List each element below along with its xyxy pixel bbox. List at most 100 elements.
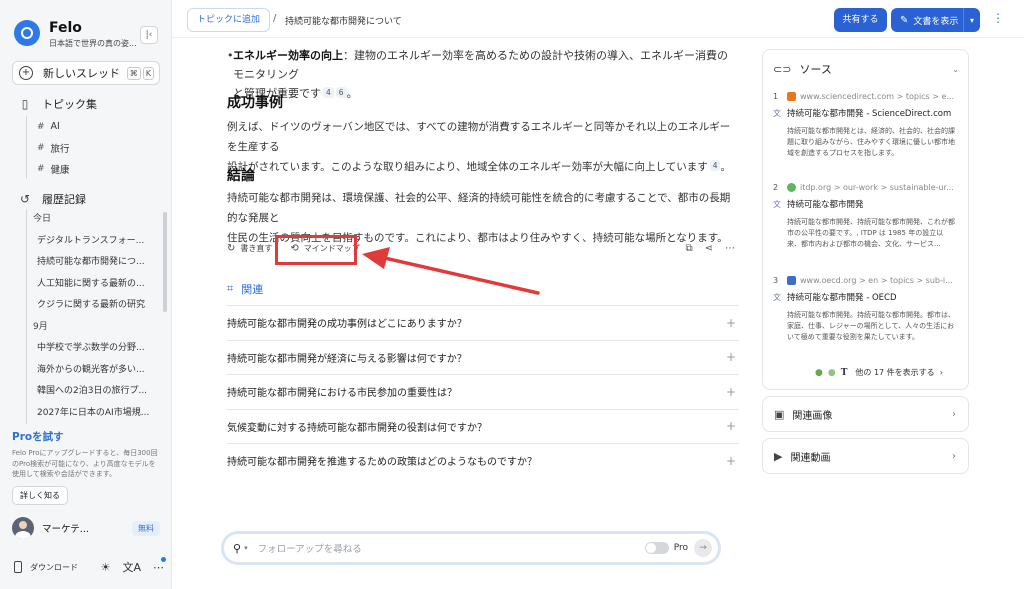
related-videos-label: 関連動画 <box>790 452 831 464</box>
related-header: ⌗ 関連 <box>227 281 263 297</box>
related-question[interactable]: 持続可能な都市開発を推進するための政策はどのようなものですか？ + <box>227 443 739 478</box>
source-title: 持続可能な都市開発 - OECD <box>787 293 897 303</box>
topics-label: トピック集 <box>42 98 97 111</box>
learn-more-button[interactable]: 詳しく知る <box>12 485 68 505</box>
related-question[interactable]: 持続可能な都市開発の成功事例はどこにありますか？ + <box>227 305 739 340</box>
plus-icon[interactable]: + <box>726 316 736 330</box>
refresh-icon: ↻ <box>227 243 236 254</box>
success-paragraph: 例えば、ドイツのヴォーバン地区では、すべての建物が消費するエネルギーと同等かそれ… <box>227 117 739 177</box>
related-question[interactable]: 持続可能な都市開発における市民参加の重要性は？ + <box>227 374 739 409</box>
source-item[interactable]: 1 www.sciencedirect.com > topics > e... … <box>773 92 963 159</box>
plus-icon[interactable]: + <box>726 385 736 399</box>
plan-badge: 無料 <box>132 520 160 536</box>
more-vertical-icon[interactable]: ⋮ <box>992 11 1004 25</box>
topics-section-header[interactable]: ▯ トピック集 <box>18 96 97 112</box>
related-videos-card[interactable]: ▶ 関連動画 › <box>762 438 969 474</box>
chevron-right-icon: › <box>939 368 943 377</box>
share-button[interactable]: 共有する <box>834 8 887 32</box>
translate-icon[interactable]: 文A <box>122 559 141 575</box>
history-item[interactable]: 人工知能に関する最新の... <box>27 274 153 296</box>
magic-wand-icon: ✎ <box>900 14 909 26</box>
rewrite-label: 書き直す <box>240 244 273 253</box>
history-item[interactable]: クジラに関する最新の研究 <box>27 295 153 317</box>
new-thread-label: 新しいスレッド <box>43 67 120 80</box>
more-icon[interactable]: ⋯ <box>153 556 166 574</box>
cmd-key: ⌘ <box>126 66 141 80</box>
source-domain: www.sciencedirect.com > topics > e... <box>800 92 955 101</box>
phone-icon <box>14 561 22 573</box>
citation-badge[interactable]: 4 <box>709 160 721 171</box>
source-item[interactable]: 3 www.oecd.org > en > topics > sub-i... … <box>773 276 963 343</box>
brand[interactable]: Felo 日本語で世界の真の姿... <box>14 20 137 49</box>
more-source-favicons: ● ● T <box>815 368 847 378</box>
more-icon[interactable]: ⋯ <box>725 243 735 254</box>
sources-panel: ⊂⊃ ソース ⌄ 1 www.sciencedirect.com > topic… <box>762 49 969 390</box>
add-to-topic-button[interactable]: トピックに追加 <box>187 8 271 32</box>
source-description: 持続可能な都市開発。持続可能な都市開発。都市は、家庭、仕事、レジャーの場所として… <box>787 311 955 341</box>
show-document-button[interactable]: ✎ 文書を表示 ▾ <box>891 8 980 32</box>
history-section-header[interactable]: ↺ 履歴記録 <box>18 191 86 207</box>
user-profile[interactable]: マーケテ... 無料 <box>12 517 160 539</box>
source-number: 2 <box>773 183 779 192</box>
topic-item-health[interactable]: # 健康 <box>27 158 70 179</box>
plus-icon[interactable]: + <box>726 350 736 364</box>
show-more-label: 他の 17 件を表示する <box>855 368 935 377</box>
topic-item-ai[interactable]: # AI <box>27 116 70 137</box>
translate-icon: 文 <box>773 292 781 302</box>
citation-badge[interactable]: 6 <box>335 87 347 98</box>
related-question[interactable]: 持続可能な都市開発が経済に与える影響は何ですか？ + <box>227 339 739 375</box>
tag-icon: ⌗ <box>227 282 234 295</box>
source-title: 持続可能な都市開発 <box>787 200 864 210</box>
chevron-down-icon[interactable]: ▾ <box>244 544 248 552</box>
followup-input[interactable]: ⚲ ▾ フォローアップを尋ねる Pro → <box>221 531 721 565</box>
history-item[interactable]: 海外からの観光客が多い... <box>27 360 153 382</box>
heading-conclusion: 結論 <box>227 168 255 184</box>
related-images-card[interactable]: ▣ 関連画像 › <box>762 396 969 432</box>
history-list: 今日 デジタルトランスフォー... 持続可能な都市開発につ... 人工知能に関す… <box>26 209 153 424</box>
plus-icon[interactable]: + <box>726 454 736 468</box>
history-item[interactable]: 2027年に日本のAI市場規... <box>27 403 153 425</box>
link-icon: ⊂⊃ <box>773 62 792 76</box>
copy-icon[interactable]: ⧉ <box>685 243 692 254</box>
show-more-sources-button[interactable]: ● ● T 他の 17 件を表示する › <box>815 367 943 378</box>
related-images-label: 関連画像 <box>792 410 833 422</box>
chevron-right-icon: › <box>952 450 956 462</box>
history-item[interactable]: 韓国への2泊3日の旅行プ... <box>27 381 153 403</box>
followup-placeholder[interactable]: フォローアップを尋ねる <box>258 541 362 555</box>
topic-label: 旅行 <box>50 143 70 155</box>
send-arrow-icon[interactable]: → <box>694 539 712 557</box>
history-item[interactable]: デジタルトランスフォー... <box>27 231 153 253</box>
source-number: 1 <box>773 92 779 101</box>
sources-title: ソース <box>799 63 832 76</box>
felo-logo-icon <box>14 20 40 46</box>
related-question[interactable]: 気候変動に対する持続可能な都市開発の役割は何ですか？ + <box>227 408 739 444</box>
para-line: 持続可能な都市開発は、環境保護、社会的公平、経済的持続可能性を統合的に考慮するこ… <box>227 192 731 224</box>
shortcut-keys: ⌘ K <box>126 66 154 80</box>
topic-item-travel[interactable]: # 旅行 <box>27 137 70 158</box>
sidebar-scrollbar[interactable] <box>163 212 167 312</box>
history-item[interactable]: 中学校で学ぶ数学の分野... <box>27 338 153 360</box>
search-icon[interactable]: ⚲ <box>233 542 241 555</box>
rewrite-button[interactable]: ↻ 書き直す <box>227 243 272 254</box>
theme-sun-icon[interactable]: ☀ <box>101 561 111 574</box>
history-item[interactable]: 持続可能な都市開発につ... <box>27 252 153 274</box>
pro-promo: Proを試す Felo Proにアップグレードすると、毎日300回のPro検索が… <box>12 429 162 505</box>
citation-badge[interactable]: 4 <box>323 87 334 98</box>
share-icon[interactable]: ⋖ <box>705 243 713 254</box>
chevron-down-icon[interactable]: ⌄ <box>952 65 959 74</box>
chevron-down-icon[interactable]: ▾ <box>964 16 980 25</box>
k-key: K <box>142 66 154 80</box>
collapse-sidebar-icon[interactable]: |‹ <box>140 26 158 44</box>
download-button[interactable]: ダウンロード <box>14 561 78 573</box>
hash-icon: # <box>37 142 45 153</box>
source-item[interactable]: 2 itdp.org > our-work > sustainable-ur..… <box>773 183 963 250</box>
image-icon: ▣ <box>774 407 785 421</box>
plus-icon[interactable]: + <box>726 419 736 433</box>
avatar <box>12 517 34 539</box>
brand-tagline: 日本語で世界の真の姿... <box>49 39 137 48</box>
download-label: ダウンロード <box>30 562 78 572</box>
sources-header[interactable]: ⊂⊃ ソース ⌄ <box>773 61 959 77</box>
new-thread-button[interactable]: + 新しいスレッド ⌘ K <box>12 61 160 85</box>
user-name: マーケテ... <box>42 524 89 535</box>
pro-toggle[interactable] <box>644 542 669 554</box>
